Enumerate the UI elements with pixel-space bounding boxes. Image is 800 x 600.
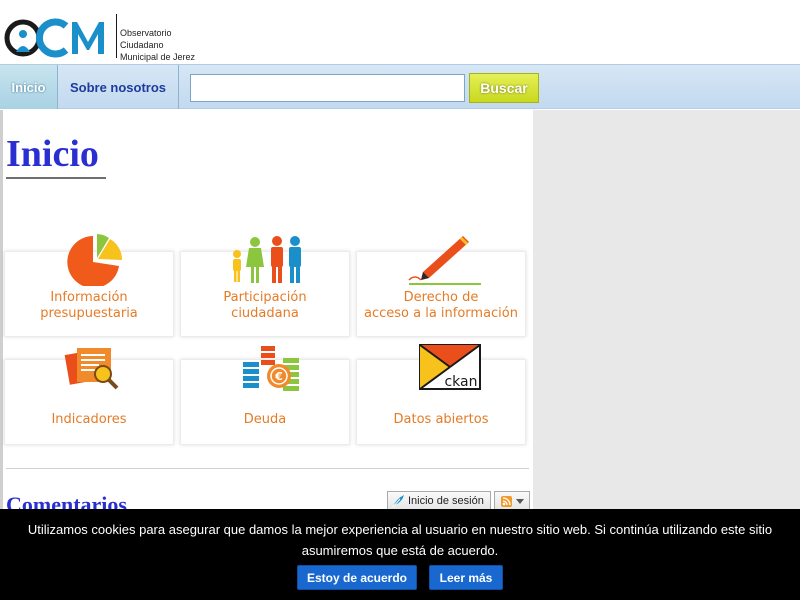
nav-tab-sobre-nosotros[interactable]: Sobre nosotros: [58, 65, 179, 109]
tile-label-line-1: Información: [50, 290, 128, 305]
logo-line-3: Municipal de Jerez: [120, 52, 196, 62]
people-icon: [233, 236, 301, 283]
cookie-read-more-button[interactable]: Leer más: [429, 565, 503, 590]
tile-label-line-2: acceso a la información: [363, 306, 518, 321]
page: Observatorio Ciudadano Municipal de Jere…: [0, 0, 800, 600]
cookie-banner: Utilizamos cookies para asegurar que dam…: [0, 509, 800, 600]
ocm-logo-icon: [4, 18, 104, 58]
login-label: Inicio de sesión: [408, 495, 484, 507]
main-navigation: Inicio Sobre nosotros Buscar: [0, 64, 800, 109]
rss-dropdown-button[interactable]: [494, 491, 530, 511]
coins-euro-icon: €: [243, 346, 299, 391]
tile-label-line-2: presupuestaria: [40, 306, 138, 321]
logo-text: Observatorio Ciudadano Municipal de Jere…: [120, 27, 195, 63]
tile-derecho-acceso[interactable]: Derecho de acceso a la información: [356, 236, 526, 337]
site-logo[interactable]: Observatorio Ciudadano Municipal de Jere…: [4, 10, 195, 63]
page-title: Inicio: [6, 133, 99, 175]
ckan-label: ckan: [444, 374, 477, 390]
nav-tab-inicio[interactable]: Inicio: [0, 65, 58, 109]
cookie-message: Utilizamos cookies para asegurar que dam…: [27, 522, 773, 558]
tile-participacion-ciudadana[interactable]: Participación ciudadana: [180, 236, 350, 337]
logo-line-2: Ciudadano: [120, 40, 164, 50]
rss-icon: [500, 495, 512, 507]
tile-datos-abiertos[interactable]: ckan Datos abiertos: [356, 344, 526, 445]
ckan-icon: ckan: [419, 344, 481, 390]
logo-divider: [116, 14, 117, 58]
tile-label-line-2: ciudadana: [231, 306, 299, 321]
cookie-accept-button[interactable]: Estoy de acuerdo: [297, 565, 417, 590]
tile-deuda[interactable]: € Deuda: [180, 346, 350, 445]
documents-search-icon: [64, 348, 119, 390]
section-divider: [6, 468, 529, 469]
tile-label-line-1: Derecho de: [403, 290, 479, 305]
login-button[interactable]: Inicio de sesión: [387, 491, 491, 511]
logo-line-1: Observatorio: [120, 28, 172, 38]
tile-label-line-1: Participación: [223, 290, 307, 305]
pie-chart-icon: [67, 234, 123, 286]
search-input[interactable]: [190, 74, 465, 102]
tile-indicadores[interactable]: Indicadores: [4, 348, 174, 445]
pen-icon: [408, 236, 481, 285]
tile-label: Datos abiertos: [393, 412, 489, 427]
site-header: Observatorio Ciudadano Municipal de Jere…: [0, 0, 800, 64]
chevron-down-icon: [515, 498, 524, 504]
title-underline: [6, 177, 106, 179]
search-button[interactable]: Buscar: [469, 73, 539, 103]
tile-label: Deuda: [243, 412, 287, 427]
svg-text:€: €: [274, 370, 283, 383]
tile-informacion-presupuestaria[interactable]: Información presupuestaria: [4, 234, 174, 337]
login-feather-icon: [392, 495, 404, 508]
tile-label: Indicadores: [51, 412, 127, 427]
